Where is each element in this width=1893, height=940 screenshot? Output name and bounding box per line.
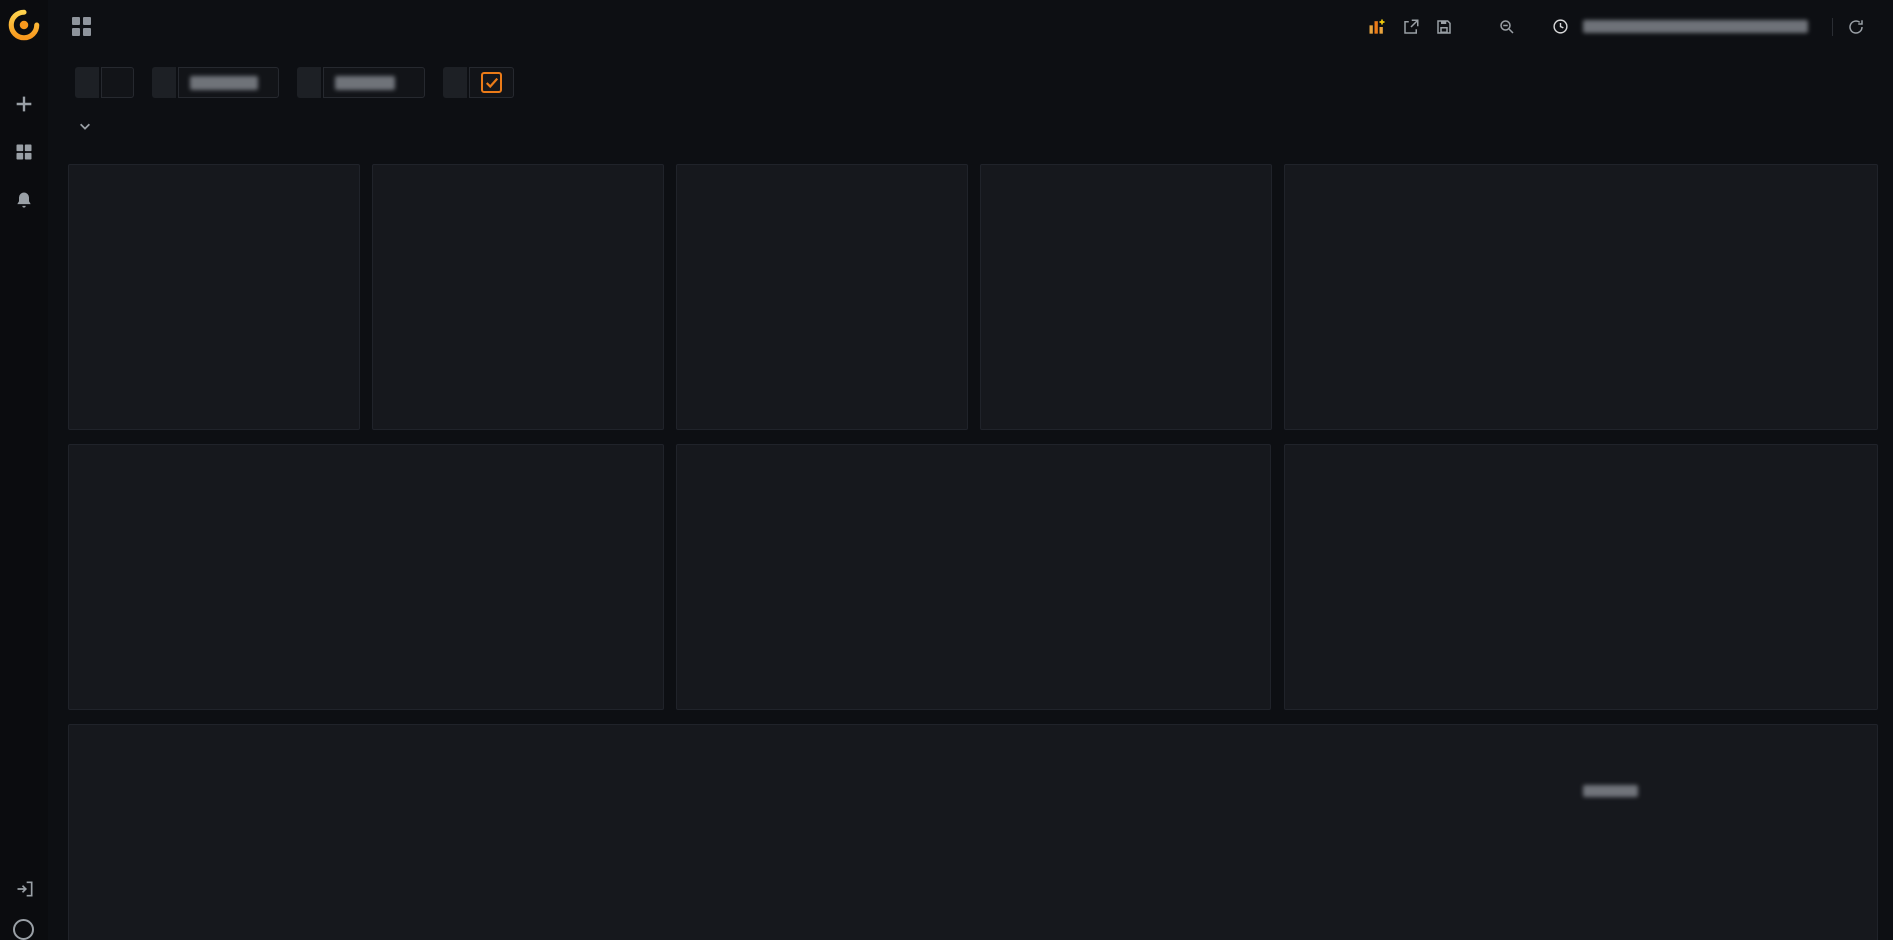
redacted-value — [190, 76, 258, 90]
variable-label — [152, 67, 176, 98]
application-dropdown[interactable] — [178, 67, 279, 98]
share-icon[interactable] — [1402, 18, 1420, 36]
add-panel-icon[interactable] — [1367, 17, 1387, 37]
section-summary[interactable] — [48, 114, 1893, 138]
errors-chart[interactable] — [683, 472, 1265, 668]
panel-received-bytes — [676, 164, 968, 430]
time-range-picker[interactable] — [1552, 18, 1815, 35]
error-rate-gauge[interactable] — [1285, 192, 1877, 430]
series-color-dash — [83, 691, 98, 695]
panel-title[interactable] — [1285, 165, 1877, 192]
legend-stats — [1795, 669, 1865, 673]
sign-in-icon[interactable] — [13, 877, 37, 901]
save-icon[interactable] — [1435, 18, 1453, 36]
main-area — [48, 0, 1893, 940]
panel-title[interactable] — [677, 445, 1270, 472]
marker-checkbox-wrap — [469, 67, 514, 98]
marker-label — [443, 67, 467, 98]
legend-stats — [441, 669, 651, 673]
variable-application — [152, 67, 279, 98]
panel-title[interactable] — [69, 445, 663, 472]
panel-total-throughput — [68, 444, 664, 710]
legend-series-errors[interactable] — [691, 691, 713, 695]
panel-active-threads — [1284, 444, 1878, 710]
threads-chart[interactable] — [1291, 472, 1873, 668]
grafana-logo-icon[interactable] — [7, 8, 41, 42]
variable-transaction — [297, 67, 425, 98]
legend-row-redacted-series — [1561, 780, 1861, 801]
panel-title[interactable] — [373, 165, 663, 192]
panel-title[interactable] — [1285, 445, 1877, 472]
throughput-chart[interactable] — [75, 472, 657, 668]
response-times-chart[interactable] — [75, 752, 1605, 938]
series-color-dash — [1299, 691, 1314, 695]
alerting-bell-icon[interactable] — [12, 188, 36, 212]
variable-label — [297, 67, 321, 98]
create-plus-icon[interactable] — [12, 92, 36, 116]
sidebar — [0, 0, 48, 940]
dashboard-grid-icon[interactable] — [72, 17, 91, 36]
clock-icon — [1552, 18, 1569, 35]
time-range-redacted — [1583, 20, 1808, 33]
chevron-down-icon — [78, 119, 92, 133]
variable-data-source — [75, 67, 134, 98]
series-color-dash — [691, 691, 706, 695]
stat-value — [677, 297, 967, 329]
check-icon — [485, 76, 499, 90]
annotation-marker-toggle — [443, 67, 514, 98]
variable-label — [75, 67, 99, 98]
help-icon[interactable] — [13, 919, 34, 940]
transaction-dropdown[interactable] — [323, 67, 425, 98]
legend-header-row — [1561, 759, 1861, 780]
redacted-series-name — [1583, 785, 1638, 797]
panel-failed-requests — [372, 164, 664, 430]
configuration-gear-icon[interactable] — [12, 236, 36, 260]
sidebar-nav — [0, 92, 48, 260]
panel-title[interactable] — [69, 165, 359, 192]
dashboard-header — [48, 0, 1893, 53]
legend-stats — [1188, 669, 1258, 673]
zoom-out-icon[interactable] — [1498, 18, 1516, 36]
refresh-icon[interactable] — [1832, 18, 1865, 36]
panel-title[interactable] — [677, 165, 967, 192]
panel-response-times — [68, 724, 1878, 940]
filter-bar — [48, 67, 1893, 98]
panel-title[interactable] — [69, 725, 1877, 752]
panel-title[interactable] — [981, 165, 1271, 192]
dashboards-icon[interactable] — [12, 140, 36, 164]
response-times-legend — [1561, 759, 1861, 822]
legend-row-all — [1561, 801, 1861, 822]
stat-value — [981, 297, 1271, 329]
stat-value — [373, 297, 663, 329]
legend-series-threads[interactable] — [1299, 691, 1321, 695]
panel-total-errors — [676, 444, 1271, 710]
marker-checkbox[interactable] — [481, 72, 502, 93]
series-color-dash — [1561, 789, 1576, 793]
legend-series[interactable] — [1561, 785, 1679, 797]
panel-error-rate-gauge — [1284, 164, 1878, 430]
series-color-dash — [1561, 810, 1576, 814]
legend-series[interactable] — [1561, 810, 1679, 814]
stat-value — [69, 297, 359, 329]
legend-series-req-s[interactable] — [83, 691, 105, 695]
panel-sent-bytes — [980, 164, 1272, 430]
panel-total-requests — [68, 164, 360, 430]
data-source-dropdown[interactable] — [101, 67, 134, 98]
redacted-value — [335, 76, 395, 90]
